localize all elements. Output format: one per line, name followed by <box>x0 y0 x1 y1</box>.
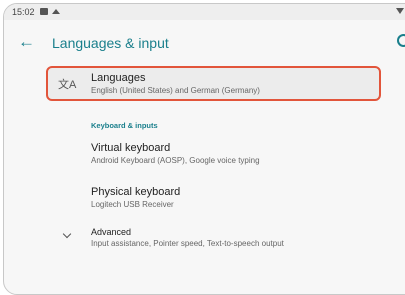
virtual-keyboard-item[interactable]: Virtual keyboard Android Keyboard (AOSP)… <box>4 142 405 174</box>
advanced-summary: Input assistance, Pointer speed, Text-to… <box>91 239 284 248</box>
languages-label: Languages <box>91 72 146 84</box>
languages-summary: English (United States) and German (Germ… <box>91 86 260 95</box>
translate-icon: 文A <box>58 79 77 91</box>
virtual-keyboard-summary: Android Keyboard (AOSP), Google voice ty… <box>91 156 260 165</box>
physical-keyboard-label: Physical keyboard <box>91 186 181 198</box>
back-arrow-icon[interactable]: ← <box>18 32 35 52</box>
wifi-icon <box>396 8 404 14</box>
search-icon[interactable] <box>397 34 405 47</box>
advanced-label: Advanced <box>91 227 132 237</box>
physical-keyboard-item[interactable]: Physical keyboard Logitech USB Receiver <box>4 186 405 218</box>
status-bar: 15:02 <box>4 4 405 20</box>
advanced-item[interactable]: Advanced Input assistance, Pointer speed… <box>4 227 405 259</box>
virtual-keyboard-label: Virtual keyboard <box>91 142 171 154</box>
app-bar: ← Languages & input <box>4 20 405 64</box>
page-title: Languages & input <box>52 35 169 51</box>
device-screen: 15:02 ← Languages & input 文A Languages E… <box>3 3 405 295</box>
image-notification-icon <box>40 8 48 15</box>
section-header: Keyboard & inputs <box>91 121 158 130</box>
physical-keyboard-summary: Logitech USB Receiver <box>91 200 174 209</box>
status-time: 15:02 <box>12 7 35 17</box>
cloud-notification-icon <box>52 9 60 14</box>
